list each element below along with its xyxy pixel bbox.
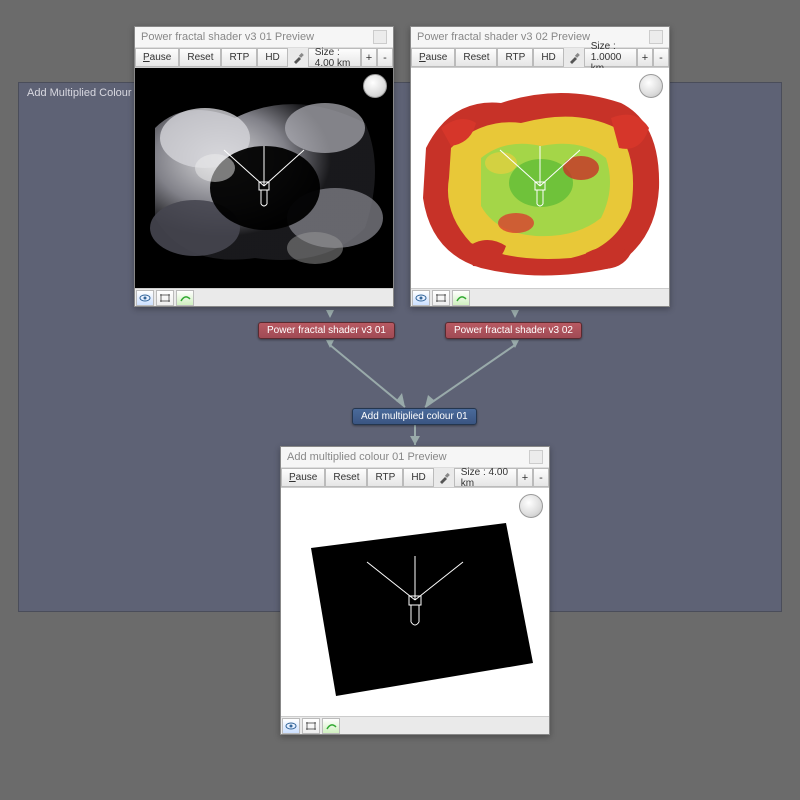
preview1-title: Power fractal shader v3 01 Preview bbox=[141, 31, 314, 43]
preview3-viewport[interactable] bbox=[281, 488, 549, 716]
rtp-button[interactable]: RTP bbox=[221, 48, 257, 67]
node-power-fractal-2[interactable]: Power fractal shader v3 02 bbox=[445, 322, 582, 339]
curve-icon[interactable] bbox=[452, 290, 470, 306]
preview3-titlebar[interactable]: Add multiplied colour 01 Preview bbox=[281, 447, 549, 468]
size-display[interactable]: Size : 1.0000 km bbox=[584, 48, 637, 67]
preview2-toolbar: Pause Reset RTP HD Size : 1.0000 km + - bbox=[411, 48, 669, 68]
preview2-title: Power fractal shader v3 02 Preview bbox=[417, 31, 590, 43]
preview-window-2: Power fractal shader v3 02 Preview Pause… bbox=[410, 26, 670, 307]
pause-button[interactable]: Pause bbox=[281, 468, 325, 487]
preview2-viewport[interactable] bbox=[411, 68, 669, 288]
eye-icon[interactable] bbox=[412, 290, 430, 306]
size-plus-button[interactable]: + bbox=[637, 48, 653, 67]
size-plus-button[interactable]: + bbox=[361, 48, 377, 67]
brush-icon[interactable] bbox=[564, 48, 584, 67]
brush-icon[interactable] bbox=[288, 48, 308, 67]
size-minus-button[interactable]: - bbox=[653, 48, 669, 67]
preview3-toolbar: Pause Reset RTP HD Size : 4.00 km + - bbox=[281, 468, 549, 488]
preview2-footer bbox=[411, 288, 669, 306]
bounds-icon[interactable] bbox=[156, 290, 174, 306]
reset-button[interactable]: Reset bbox=[325, 468, 367, 487]
eye-icon[interactable] bbox=[136, 290, 154, 306]
hd-button[interactable]: HD bbox=[257, 48, 287, 67]
preview3-footer bbox=[281, 716, 549, 734]
preview-window-3: Add multiplied colour 01 Preview Pause R… bbox=[280, 446, 550, 735]
rtp-button[interactable]: RTP bbox=[497, 48, 533, 67]
size-display[interactable]: Size : 4.00 km bbox=[454, 468, 517, 487]
hd-button[interactable]: HD bbox=[533, 48, 563, 67]
compass-icon[interactable] bbox=[363, 74, 387, 98]
preview-window-1: Power fractal shader v3 01 Preview PPaus… bbox=[134, 26, 394, 307]
rtp-button[interactable]: RTP bbox=[367, 468, 403, 487]
preview2-titlebar[interactable]: Power fractal shader v3 02 Preview bbox=[411, 27, 669, 48]
node-power-fractal-1[interactable]: Power fractal shader v3 01 bbox=[258, 322, 395, 339]
bounds-icon[interactable] bbox=[302, 718, 320, 734]
curve-icon[interactable] bbox=[322, 718, 340, 734]
preview1-viewport[interactable] bbox=[135, 68, 393, 288]
bounds-icon[interactable] bbox=[432, 290, 450, 306]
compass-icon[interactable] bbox=[639, 74, 663, 98]
pause-button[interactable]: Pause bbox=[411, 48, 455, 67]
hd-button[interactable]: HD bbox=[403, 468, 433, 487]
size-minus-button[interactable]: - bbox=[377, 48, 393, 67]
node-add-multiplied-colour[interactable]: Add multiplied colour 01 bbox=[352, 408, 477, 425]
background-panel-title: Add Multiplied Colour bbox=[19, 83, 140, 103]
reset-button[interactable]: Reset bbox=[179, 48, 221, 67]
close-icon[interactable] bbox=[373, 30, 387, 44]
size-plus-button[interactable]: + bbox=[517, 468, 533, 487]
pause-button[interactable]: PPauseause bbox=[135, 48, 179, 67]
size-minus-button[interactable]: - bbox=[533, 468, 549, 487]
reset-button[interactable]: Reset bbox=[455, 48, 497, 67]
preview1-footer bbox=[135, 288, 393, 306]
eye-icon[interactable] bbox=[282, 718, 300, 734]
close-icon[interactable] bbox=[649, 30, 663, 44]
preview1-toolbar: PPauseause Reset RTP HD Size : 4.00 km +… bbox=[135, 48, 393, 68]
compass-icon[interactable] bbox=[519, 494, 543, 518]
preview3-title: Add multiplied colour 01 Preview bbox=[287, 451, 447, 463]
curve-icon[interactable] bbox=[176, 290, 194, 306]
preview1-titlebar[interactable]: Power fractal shader v3 01 Preview bbox=[135, 27, 393, 48]
size-display[interactable]: Size : 4.00 km bbox=[308, 48, 361, 67]
close-icon[interactable] bbox=[529, 450, 543, 464]
brush-icon[interactable] bbox=[434, 468, 454, 487]
